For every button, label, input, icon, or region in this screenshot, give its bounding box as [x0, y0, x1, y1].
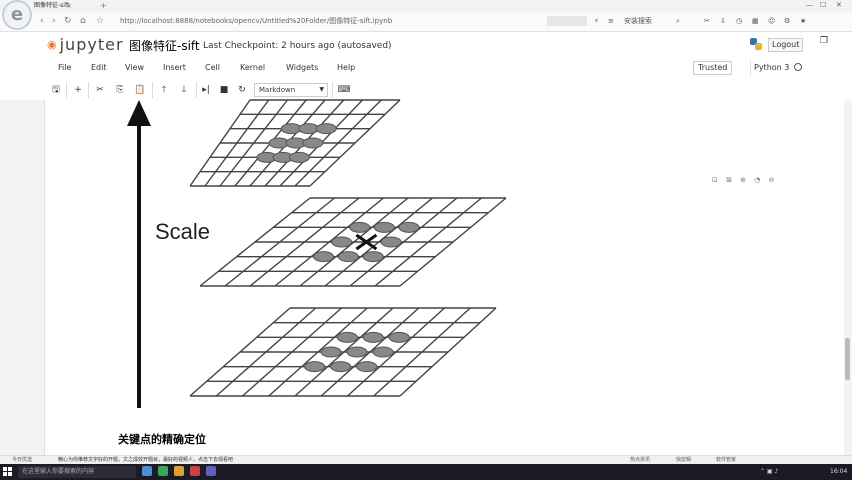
browser-tabstrip	[0, 0, 852, 12]
menu-cell[interactable]: Cell	[205, 62, 220, 74]
refresh-icon[interactable]: ↻	[64, 15, 72, 27]
browser-logo-icon: e	[2, 0, 32, 30]
status-message[interactable]: 精心为你推荐文字好的开题，文之成效开题目，最好的视频人，点击下去观看吧	[58, 456, 233, 464]
neighbor-point	[337, 251, 359, 263]
menu-icon[interactable]: ≡	[608, 15, 614, 27]
neighbor-point	[288, 151, 310, 163]
app-task-icon[interactable]	[190, 466, 200, 476]
status-item-manager[interactable]: 软件管家	[716, 456, 736, 464]
neighbor-point	[302, 137, 324, 149]
trusted-indicator[interactable]: Trusted	[693, 61, 733, 75]
neighbor-point	[380, 236, 402, 248]
search-icon[interactable]: ⌕	[676, 15, 680, 27]
lightning-icon[interactable]: ⚡	[594, 15, 599, 27]
status-item-news[interactable]: 热点资讯	[630, 456, 650, 464]
logout-button[interactable]: Logout	[768, 38, 804, 52]
task-view-icon[interactable]	[142, 466, 152, 476]
kernel-name: Python 3	[754, 63, 790, 72]
cell-type-select[interactable]: Markdown ▼	[254, 83, 328, 97]
scale-arrow-head	[127, 100, 151, 126]
figure-caption: 关键点的精确定位	[118, 433, 206, 446]
explorer-task-icon[interactable]	[174, 466, 184, 476]
windows-start-icon[interactable]	[3, 467, 13, 477]
maximize-icon[interactable]: ☐	[820, 0, 826, 10]
neighbor-point	[356, 361, 378, 373]
left-gutter	[0, 100, 44, 460]
home-icon[interactable]: ⌂	[80, 15, 86, 27]
minimize-icon[interactable]: —	[806, 0, 813, 10]
chevron-down-icon: ▼	[319, 86, 324, 93]
neighbor-point	[362, 251, 384, 263]
settings-icon[interactable]: ⚙	[784, 15, 790, 27]
neighbor-point	[331, 236, 353, 248]
neighbor-point	[346, 346, 368, 358]
scale-label: Scale	[155, 219, 211, 244]
menu-insert[interactable]: Insert	[163, 62, 186, 74]
neighbor-point	[336, 331, 358, 343]
toolbar-separator	[66, 82, 67, 98]
neighbor-point	[320, 346, 342, 358]
scrollbar-track[interactable]	[844, 100, 852, 460]
bookmark-icon[interactable]: ☆	[96, 15, 104, 27]
grid-plane-middle	[199, 197, 507, 287]
gutter-divider	[44, 100, 45, 460]
browser-task-icon[interactable]	[158, 466, 168, 476]
close-window-icon[interactable]: ✕	[836, 0, 842, 10]
extension-icon[interactable]: ✂	[704, 15, 710, 27]
save-icon[interactable]: 🖫	[48, 82, 64, 98]
cell-type-value: Markdown	[259, 86, 296, 94]
notebook-name[interactable]: 图像特征-sift	[129, 38, 200, 54]
neighbor-point	[362, 331, 384, 343]
jupyter-orb-icon: ◉	[47, 38, 58, 51]
checkpoint-status: Last Checkpoint: 2 hours ago (autosaved)	[203, 41, 392, 51]
new-tab-icon[interactable]: +	[100, 1, 107, 11]
cut-icon[interactable]: ✂	[92, 82, 108, 98]
jupyter-brand: jupyter	[59, 35, 124, 54]
scale-space-figure	[127, 99, 507, 408]
menu-view[interactable]: View	[125, 62, 144, 74]
insert-cell-icon[interactable]: +	[70, 82, 86, 98]
address-chip[interactable]	[547, 16, 587, 26]
app2-task-icon[interactable]	[206, 466, 216, 476]
restore-icon[interactable]: ❐	[820, 36, 828, 46]
toolbar-separator	[88, 82, 89, 98]
user-icon[interactable]: ☺	[768, 15, 775, 27]
menu-widgets[interactable]: Widgets	[286, 62, 318, 74]
neighbor-point	[388, 331, 410, 343]
neighbor-point	[372, 346, 394, 358]
download-icon[interactable]: ⇩	[720, 15, 726, 27]
cell-toolbar[interactable]: ⊡ ⊠ ⊕ ◔ ⊖	[712, 176, 777, 184]
taskbar-clock[interactable]: 16:04	[830, 467, 847, 477]
scrollbar-thumb[interactable]	[845, 338, 850, 380]
tab-close-icon[interactable]: ×	[66, 1, 72, 11]
favorites-icon[interactable]: ★	[800, 15, 806, 27]
neighbor-point	[315, 123, 337, 135]
forward-icon[interactable]: ›	[52, 15, 56, 27]
search-engine-label[interactable]: 安装搜索	[624, 15, 652, 27]
menu-help[interactable]: Help	[337, 62, 355, 74]
neighbor-point	[398, 221, 420, 233]
menu-kernel[interactable]: Kernel	[240, 62, 265, 74]
kernel-status-icon	[794, 63, 802, 71]
jupyter-logo[interactable]: ◉ jupyter	[47, 34, 124, 58]
status-left-label[interactable]: 今日优选	[12, 456, 32, 464]
menu-file[interactable]: File	[58, 62, 71, 74]
neighbor-point	[313, 251, 335, 263]
neighbor-point	[373, 221, 395, 233]
python-logo-icon	[750, 38, 762, 50]
neighbor-point	[349, 221, 371, 233]
grid-plane-top	[189, 99, 401, 187]
tray-icons[interactable]: ⌃ ▣ ♪	[760, 467, 778, 477]
grid-plane-bottom	[189, 307, 497, 397]
neighbor-point	[330, 361, 352, 373]
menu-edit[interactable]: Edit	[91, 62, 107, 74]
menu-separator	[750, 60, 751, 76]
back-icon[interactable]: ‹	[40, 15, 44, 27]
grid-icon[interactable]: ▦	[752, 15, 759, 27]
url-field[interactable]: http://localhost:8888/notebooks/opencv/U…	[120, 16, 392, 26]
history-icon[interactable]: ◷	[736, 15, 742, 27]
neighbor-point	[304, 361, 326, 373]
taskbar-search-input[interactable]: 在这里输入你要搜索的内容	[18, 466, 136, 478]
status-item-editor[interactable]: 快剪辑	[676, 456, 691, 464]
